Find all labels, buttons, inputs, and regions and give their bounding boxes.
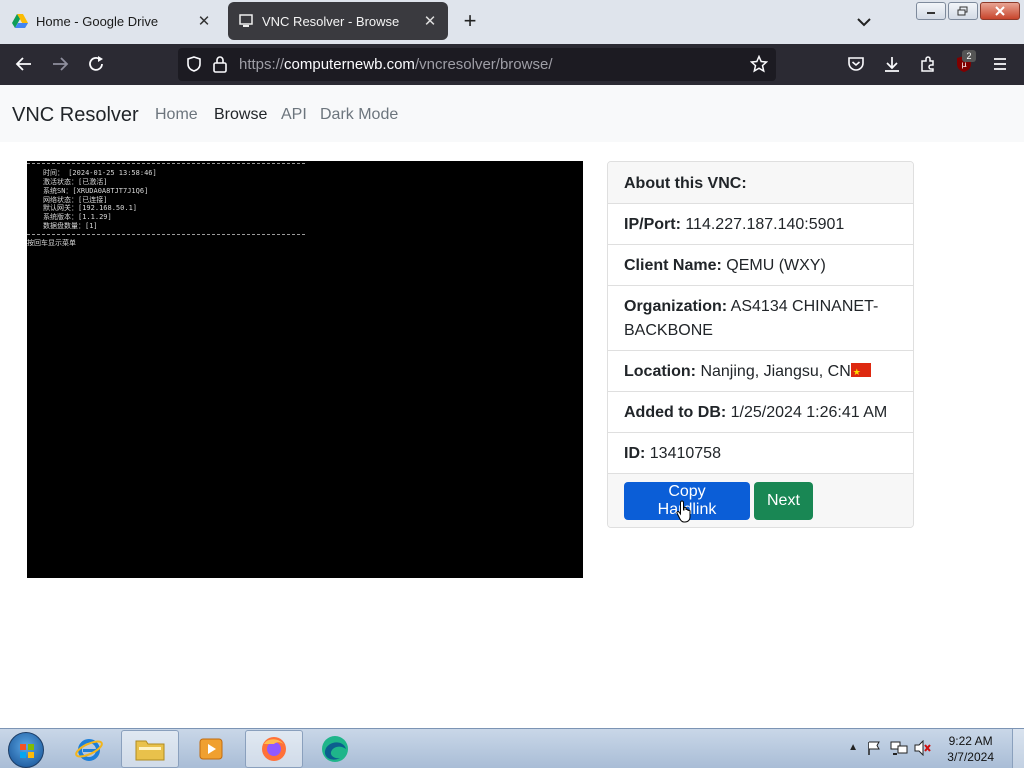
- reload-icon[interactable]: [84, 52, 108, 76]
- new-tab-button[interactable]: +: [458, 10, 482, 34]
- address-bar[interactable]: https://computernewb.com/vncresolver/bro…: [178, 48, 776, 81]
- windows-taskbar: ▲ 9:22 AM 3/7/2024: [0, 728, 1024, 768]
- show-hidden-icons-chevron-icon[interactable]: ▲: [848, 742, 858, 753]
- client-name-label: Client Name:: [624, 257, 722, 274]
- nav-link-browse[interactable]: Browse: [214, 106, 267, 124]
- vnc-text-line: 默认网关：[192.168.50.1]: [43, 204, 138, 212]
- internet-explorer-icon[interactable]: [60, 730, 118, 768]
- vnc-text-line: 系统SN：[XRUDA0A8TJT7J1Q6]: [43, 187, 149, 195]
- close-tab-icon[interactable]: ✕: [422, 12, 438, 30]
- back-arrow-icon[interactable]: [12, 52, 36, 76]
- added-to-db-row: Added to DB: 1/25/2024 1:26:41 AM: [608, 392, 913, 433]
- site-navbar: VNC Resolver Home Browse API Dark Mode: [0, 85, 1024, 142]
- organization-row: Organization: AS4134 CHINANET-BACKBONE: [608, 286, 913, 351]
- close-window-button[interactable]: [980, 2, 1020, 20]
- firefox-icon[interactable]: [245, 730, 303, 768]
- client-name-value: QEMU (WXY): [726, 257, 826, 274]
- downloads-icon[interactable]: [880, 52, 904, 76]
- minimize-button[interactable]: [916, 2, 946, 20]
- vnc-text-line: 系统版本：[1.1.29]: [43, 213, 112, 221]
- edge-icon[interactable]: [306, 730, 364, 768]
- vnc-resolver-favicon-icon: [238, 13, 254, 29]
- forward-arrow-icon[interactable]: [48, 52, 72, 76]
- next-button[interactable]: Next: [754, 482, 813, 520]
- location-value: Nanjing, Jiangsu, CN: [700, 363, 851, 380]
- action-center-flag-icon[interactable]: [866, 740, 882, 761]
- show-desktop-button[interactable]: [1012, 729, 1024, 768]
- bookmark-star-icon[interactable]: [747, 52, 771, 76]
- hamburger-menu-icon[interactable]: [988, 52, 1012, 76]
- id-value: 13410758: [649, 445, 721, 462]
- clock-time: 9:22 AM: [948, 734, 993, 748]
- location-label: Location:: [624, 363, 696, 380]
- restore-button[interactable]: [948, 2, 978, 20]
- vnc-menu-hint: 按回车显示菜单: [27, 239, 76, 247]
- vnc-text-line: 时间： [2024-01-25 13:58:46]: [43, 169, 157, 177]
- url-scheme: https://: [239, 56, 285, 73]
- organization-label: Organization:: [624, 298, 728, 315]
- ip-port-label: IP/Port:: [624, 216, 681, 233]
- tab-vnc-resolver[interactable]: VNC Resolver - Browse ✕: [228, 2, 448, 40]
- nav-link-dark-mode[interactable]: Dark Mode: [320, 106, 398, 124]
- start-button-windows-logo-icon[interactable]: [8, 732, 44, 768]
- vnc-info-card: About this VNC: IP/Port: 114.227.187.140…: [607, 161, 914, 528]
- site-brand[interactable]: VNC Resolver: [12, 104, 139, 127]
- lock-icon[interactable]: [208, 52, 232, 76]
- url-text[interactable]: https://computernewb.com/vncresolver/bro…: [239, 56, 553, 73]
- google-drive-icon: [12, 13, 28, 29]
- volume-muted-icon[interactable]: [914, 739, 932, 761]
- card-footer: Copy Hardlink Next: [608, 474, 913, 527]
- added-to-db-value: 1/25/2024 1:26:41 AM: [730, 404, 888, 421]
- vnc-separator: [27, 234, 305, 235]
- chevron-down-icon[interactable]: [852, 10, 876, 34]
- tab-strip: Home - Google Drive ✕ VNC Resolver - Bro…: [0, 0, 1024, 44]
- vnc-screenshot: 时间： [2024-01-25 13:58:46] 激活状态：[已激活] 系统S…: [27, 161, 583, 578]
- id-row: ID: 13410758: [608, 433, 913, 474]
- nav-link-home[interactable]: Home: [155, 106, 198, 124]
- ip-port-row: IP/Port: 114.227.187.140:5901: [608, 204, 913, 245]
- tracking-protection-shield-icon[interactable]: [182, 52, 206, 76]
- card-header: About this VNC:: [608, 162, 913, 204]
- url-path: /vncresolver/browse/: [414, 56, 553, 73]
- pocket-icon[interactable]: [844, 52, 868, 76]
- client-name-row: Client Name: QEMU (WXY): [608, 245, 913, 286]
- window-controls: [916, 2, 1020, 20]
- network-icon[interactable]: [890, 740, 908, 761]
- media-player-icon[interactable]: [182, 730, 240, 768]
- tab-title: Home - Google Drive: [36, 13, 159, 29]
- close-tab-icon[interactable]: ✕: [196, 12, 212, 30]
- ip-port-value: 114.227.187.140:5901: [685, 216, 845, 233]
- hand-pointer-cursor-icon: [676, 500, 694, 524]
- china-flag-icon: [850, 360, 871, 384]
- extension-badge-count: 2: [962, 50, 976, 62]
- tab-google-drive[interactable]: Home - Google Drive ✕: [2, 2, 222, 40]
- id-label: ID:: [624, 445, 646, 462]
- tab-title: VNC Resolver - Browse: [262, 13, 400, 29]
- vnc-text-line: 数据盘数量：[1]: [43, 222, 98, 230]
- vnc-text-line: 激活状态：[已激活]: [43, 178, 108, 186]
- taskbar-clock[interactable]: 9:22 AM 3/7/2024: [947, 733, 994, 765]
- file-explorer-folder-icon[interactable]: [121, 730, 179, 768]
- url-host: computernewb.com: [284, 56, 415, 73]
- navigation-toolbar: https://computernewb.com/vncresolver/bro…: [0, 44, 1024, 85]
- vnc-separator: [27, 163, 305, 164]
- location-row: Location: Nanjing, Jiangsu, CN: [608, 351, 913, 392]
- added-to-db-label: Added to DB:: [624, 404, 727, 421]
- clock-date: 3/7/2024: [947, 750, 994, 764]
- extensions-puzzle-icon[interactable]: [916, 52, 940, 76]
- nav-link-api[interactable]: API: [281, 106, 307, 124]
